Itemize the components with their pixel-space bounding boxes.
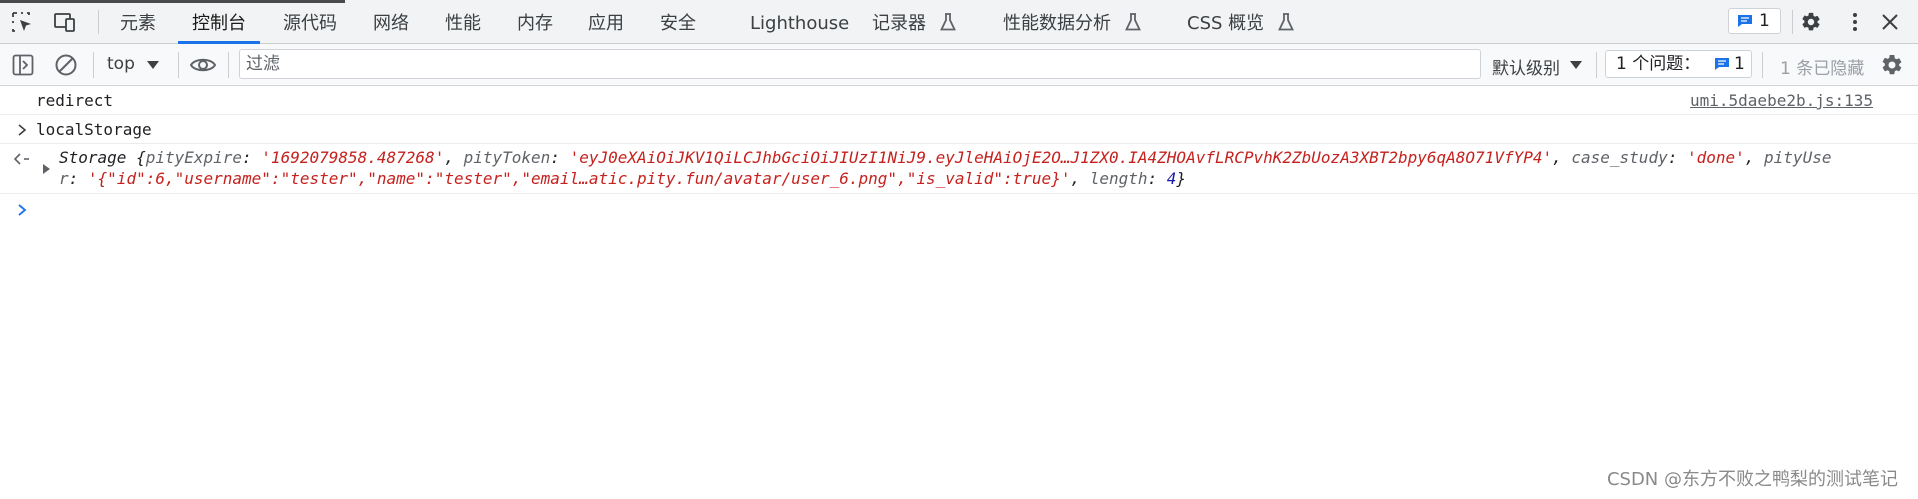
issues-counter-count: 1	[1759, 11, 1770, 31]
tab-separator	[1792, 10, 1793, 34]
tab-application[interactable]: 应用	[588, 0, 624, 44]
hidden-messages-count: 1 条已隐藏	[1780, 59, 1865, 79]
tab-css-overview[interactable]: CSS 概览	[1187, 0, 1294, 44]
tab-recorder-label: 记录器	[872, 13, 926, 34]
tab-sources[interactable]: 源代码	[283, 0, 337, 44]
experiment-flask-icon	[1277, 13, 1294, 31]
prop-value: 'done'	[1686, 148, 1745, 167]
tab-recorder[interactable]: 记录器	[872, 0, 956, 44]
prop-value: '{"id":6,"username":"tester","name":"tes…	[87, 169, 1071, 188]
context-selector-value: top	[107, 54, 135, 74]
filter-placeholder: 过滤	[246, 54, 280, 74]
console-message-log: redirect umi.5daebe2b.js:135	[0, 86, 1918, 115]
issues-label: 1 个问题：	[1616, 54, 1701, 74]
storage-prefix: Storage	[59, 148, 137, 167]
more-options-icon[interactable]	[1844, 11, 1866, 33]
expand-triangle-icon[interactable]	[42, 164, 51, 174]
tab-performance-insights[interactable]: 性能数据分析	[1003, 0, 1141, 44]
context-selector[interactable]: top	[107, 44, 165, 86]
console-result-storage: Storage {pityExpire: '1692079858.487268'…	[0, 144, 1918, 194]
devtools-tab-bar: 元素 控制台 源代码 网络 性能 内存 应用 安全 Lighthouse 记录器…	[0, 0, 1918, 44]
toolbar-separator	[228, 52, 229, 78]
tab-lighthouse[interactable]: Lighthouse	[750, 0, 849, 44]
tab-separator	[98, 10, 99, 34]
prop-value-number: 4	[1166, 169, 1177, 188]
input-echo-text: localStorage	[36, 120, 152, 139]
experiment-flask-icon	[939, 13, 956, 31]
result-arrow-icon	[14, 153, 29, 165]
show-sidebar-icon[interactable]	[12, 54, 34, 76]
tab-performance-insights-label: 性能数据分析	[1003, 13, 1111, 34]
console-toolbar: top 过滤 默认级别 1 个问题： 1 1 条已隐藏	[0, 44, 1918, 86]
experiment-flask-icon	[1124, 13, 1141, 31]
console-prompt[interactable]	[0, 194, 1918, 224]
console-settings-gear-icon[interactable]	[1880, 53, 1904, 77]
tab-elements[interactable]: 元素	[120, 0, 156, 44]
log-levels-label: 默认级别	[1492, 59, 1560, 79]
tab-console[interactable]: 控制台	[178, 0, 260, 44]
issues-count: 1	[1734, 54, 1745, 74]
toolbar-separator	[1762, 52, 1763, 78]
prop-value: 'eyJ0eXAiOiJKV1QiLCJhbGciOiJIUzI1NiJ9.ey…	[569, 148, 1553, 167]
source-link[interactable]: umi.5daebe2b.js:135	[1690, 91, 1873, 110]
csdn-watermark: CSDN @东方不败之鸭梨的测试笔记	[1606, 469, 1898, 490]
tab-memory[interactable]: 内存	[517, 0, 553, 44]
storage-object-line-2[interactable]: r: '{"id":6,"username":"tester","name":"…	[59, 168, 1186, 189]
live-expression-eye-icon[interactable]	[189, 55, 217, 75]
prop-key: length	[1089, 169, 1148, 188]
close-brace: }	[1176, 169, 1187, 188]
device-toolbar-icon[interactable]	[54, 11, 76, 33]
inspect-element-icon[interactable]	[11, 11, 33, 33]
tab-security[interactable]: 安全	[660, 0, 696, 44]
message-icon	[1738, 15, 1752, 27]
tab-network[interactable]: 网络	[373, 0, 409, 44]
close-devtools-icon[interactable]	[1879, 11, 1901, 33]
clear-console-icon[interactable]	[54, 53, 78, 77]
toolbar-separator	[93, 52, 94, 78]
prop-key: case_study	[1571, 148, 1668, 167]
toolbar-separator	[1596, 52, 1597, 78]
tab-performance[interactable]: 性能	[445, 0, 481, 44]
toolbar-separator	[178, 52, 179, 78]
storage-object-line-1[interactable]: Storage {pityExpire: '1692079858.487268'…	[59, 147, 1831, 168]
message-icon	[1715, 58, 1729, 70]
tab-css-overview-label: CSS 概览	[1187, 13, 1265, 34]
issues-counter-badge[interactable]: 1	[1728, 8, 1781, 34]
settings-gear-icon[interactable]	[1800, 11, 1822, 33]
log-levels-dropdown[interactable]: 默认级别	[1492, 44, 1589, 86]
prop-value: '1692079858.487268'	[261, 148, 445, 167]
prop-key: pityUse	[1764, 148, 1832, 167]
open-brace: {	[136, 148, 146, 167]
chevron-down-icon	[1570, 61, 1582, 69]
issues-button[interactable]: 1 个问题： 1	[1605, 50, 1752, 78]
filter-input[interactable]: 过滤	[239, 49, 1481, 79]
console-input-echo: localStorage	[0, 115, 1918, 144]
prop-key: pityExpire	[145, 148, 243, 167]
chevron-down-icon	[147, 61, 159, 69]
prompt-chevron-icon	[18, 204, 27, 216]
prop-key: pityToken	[463, 148, 551, 167]
log-message-text: redirect	[36, 91, 114, 110]
chevron-right-icon	[18, 124, 27, 136]
prop-key: r	[59, 169, 69, 188]
